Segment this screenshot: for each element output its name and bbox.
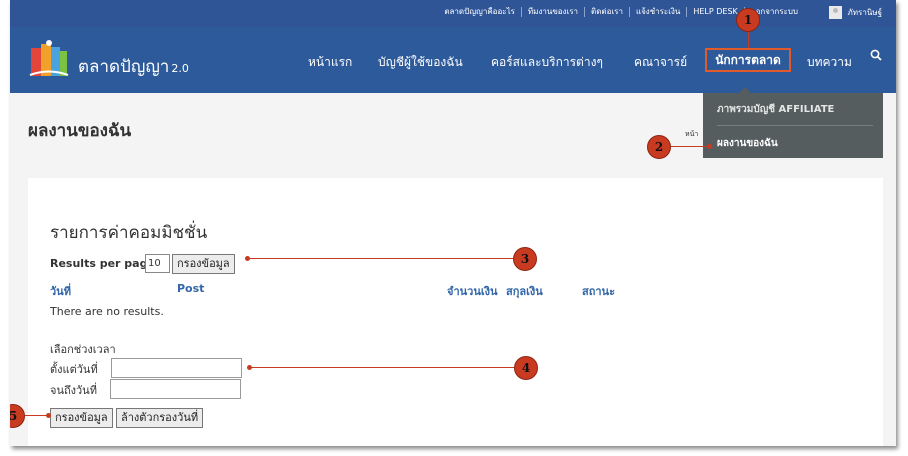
browser-frame: ตลาดปัญญาคืออะไร ทีมงานของเรา ติดต่อเรา … [10, 0, 896, 446]
dropdown-divider [717, 125, 873, 126]
breadcrumb[interactable]: หน้า [685, 129, 698, 140]
callout-4-dot [247, 365, 252, 370]
top-utility-bar: ตลาดปัญญาคืออะไร ทีมงานของเรา ติดต่อเรา … [10, 0, 896, 27]
callout-2: 2 [647, 135, 671, 159]
logo-text[interactable]: ตลาดปัญญา 2.0 [78, 53, 189, 80]
callout-3-dot [245, 256, 250, 261]
callout-3: 3 [513, 247, 537, 271]
content-card: รายการค่าคอมมิชชั่น Results per page 10 … [28, 178, 883, 446]
to-date-input[interactable] [110, 379, 241, 399]
logo-books-icon[interactable] [28, 38, 70, 80]
brand-version: 2.0 [171, 62, 189, 75]
callout-2-line [671, 146, 709, 147]
user-menu[interactable]: ภัทรานิษฐ์ [828, 6, 883, 19]
filter-date-button[interactable]: กรองข้อมูล [50, 408, 113, 428]
dropdown-affiliate-overview[interactable]: ภาพรวมบัญชี AFFILIATE [717, 102, 834, 117]
column-date[interactable]: วันที่ [50, 282, 71, 300]
callout-2-dot [707, 144, 712, 149]
dropdown-my-performance[interactable]: ผลงานของฉัน [717, 136, 778, 151]
brand-name: ตลาดปัญญา [78, 57, 170, 77]
per-page-label: Results per page [50, 257, 155, 270]
date-range-label: เลือกช่วงเวลา [50, 343, 116, 356]
column-post[interactable]: Post [177, 282, 204, 295]
callout-1: 1 [736, 8, 760, 32]
user-name: ภัทรานิษฐ์ [847, 8, 883, 17]
main-navbar: ตลาดปัญญา 2.0 หน้าแรก บัญชีผู้ใช้ของฉัน ค… [10, 27, 896, 93]
column-amount[interactable]: จำนวนเงิน [447, 282, 498, 300]
callout-1-line [748, 32, 749, 48]
avatar [828, 6, 842, 19]
column-status[interactable]: สถานะ [582, 282, 615, 300]
filter-results-button[interactable]: กรองข้อมูล [172, 254, 235, 274]
search-icon[interactable] [870, 49, 882, 61]
link-team[interactable]: ทีมงานของเรา [520, 7, 584, 17]
nav-marketer[interactable]: นักการตลาด [705, 48, 791, 72]
marketer-dropdown: ภาพรวมบัญชี AFFILIATE ผลงานของฉัน [703, 87, 883, 158]
from-date-input[interactable] [111, 358, 242, 378]
callout-4-line [250, 367, 514, 368]
nav-home[interactable]: หน้าแรก [308, 53, 352, 72]
empty-results-text: There are no results. [50, 305, 164, 318]
link-contact[interactable]: ติดต่อเรา [584, 7, 629, 17]
callout-3-line [248, 258, 513, 259]
callout-5-dot [46, 413, 51, 418]
nav-articles[interactable]: บทความ [807, 53, 852, 72]
to-date-label: จนถึงวันที่ [50, 384, 97, 397]
nav-courses[interactable]: คอร์สและบริการต่างๆ [491, 53, 603, 72]
link-helpdesk[interactable]: HELP DESK [686, 7, 743, 17]
per-page-input[interactable]: 10 [145, 254, 170, 273]
from-date-label: ตั้งแต่วันที่ [50, 363, 98, 376]
clear-date-filter-button[interactable]: ล้างตัวกรองวันที่ [116, 408, 204, 428]
nav-my-account[interactable]: บัญชีผู้ใช้ของฉัน [378, 53, 463, 72]
link-about[interactable]: ตลาดปัญญาคืออะไร [438, 7, 521, 17]
link-payment[interactable]: แจ้งชำระเงิน [628, 7, 686, 17]
page-title: ผลงานของฉัน [28, 121, 132, 141]
nav-instructors[interactable]: คณาจารย์ [634, 53, 687, 72]
callout-5: 5 [10, 404, 25, 428]
commission-title: รายการค่าคอมมิชชั่น [50, 223, 208, 243]
callout-4: 4 [514, 356, 538, 380]
column-currency[interactable]: สกุลเงิน [506, 282, 543, 300]
